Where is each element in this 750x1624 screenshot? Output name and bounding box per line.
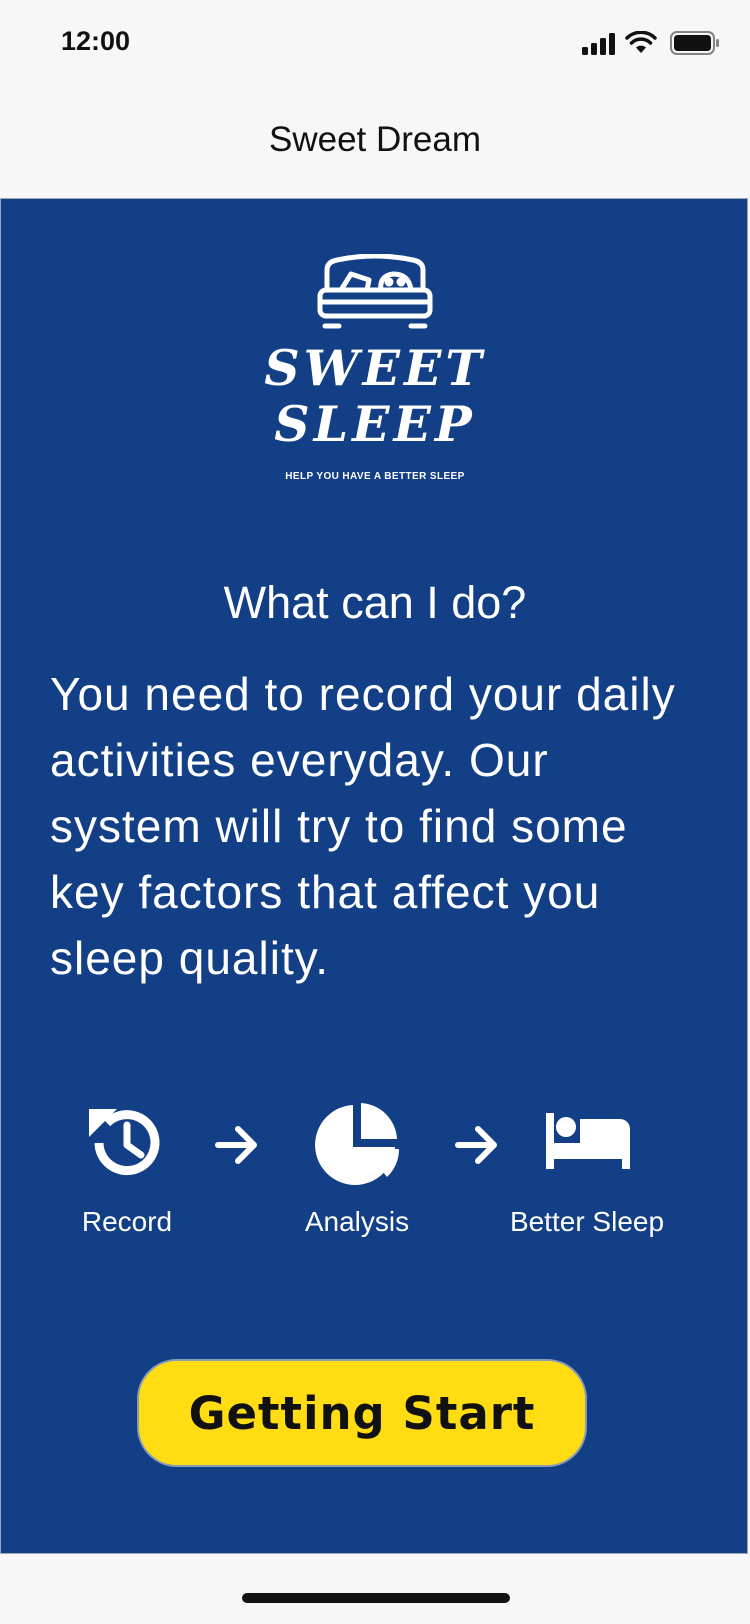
status-bar: 12:00 <box>0 0 750 90</box>
status-time: 12:00 <box>61 26 131 56</box>
arrow-right-icon <box>455 1126 497 1164</box>
arrow-right-icon <box>215 1126 257 1164</box>
bed-icon <box>546 1113 630 1169</box>
signal-icon <box>582 33 615 55</box>
nav-title: Sweet Dream <box>268 120 482 159</box>
main-panel: SWEET SLEEP HELP YOU HAVE A BETTER SLEEP… <box>0 198 748 1554</box>
home-indicator[interactable] <box>242 1593 510 1603</box>
step-label-analysis: Analysis <box>304 1206 410 1237</box>
pie-chart-icon <box>315 1103 399 1185</box>
process-flow: Record Analysis Better Sleep <box>1 199 749 1555</box>
wifi-icon <box>625 31 657 53</box>
step-label-record: Record <box>81 1206 173 1237</box>
history-icon <box>89 1109 160 1176</box>
battery-icon <box>670 31 719 55</box>
nav-bar: Sweet Dream <box>0 90 750 198</box>
getting-start-button[interactable]: Getting Start <box>137 1359 587 1467</box>
step-label-better-sleep: Better Sleep <box>509 1206 665 1237</box>
